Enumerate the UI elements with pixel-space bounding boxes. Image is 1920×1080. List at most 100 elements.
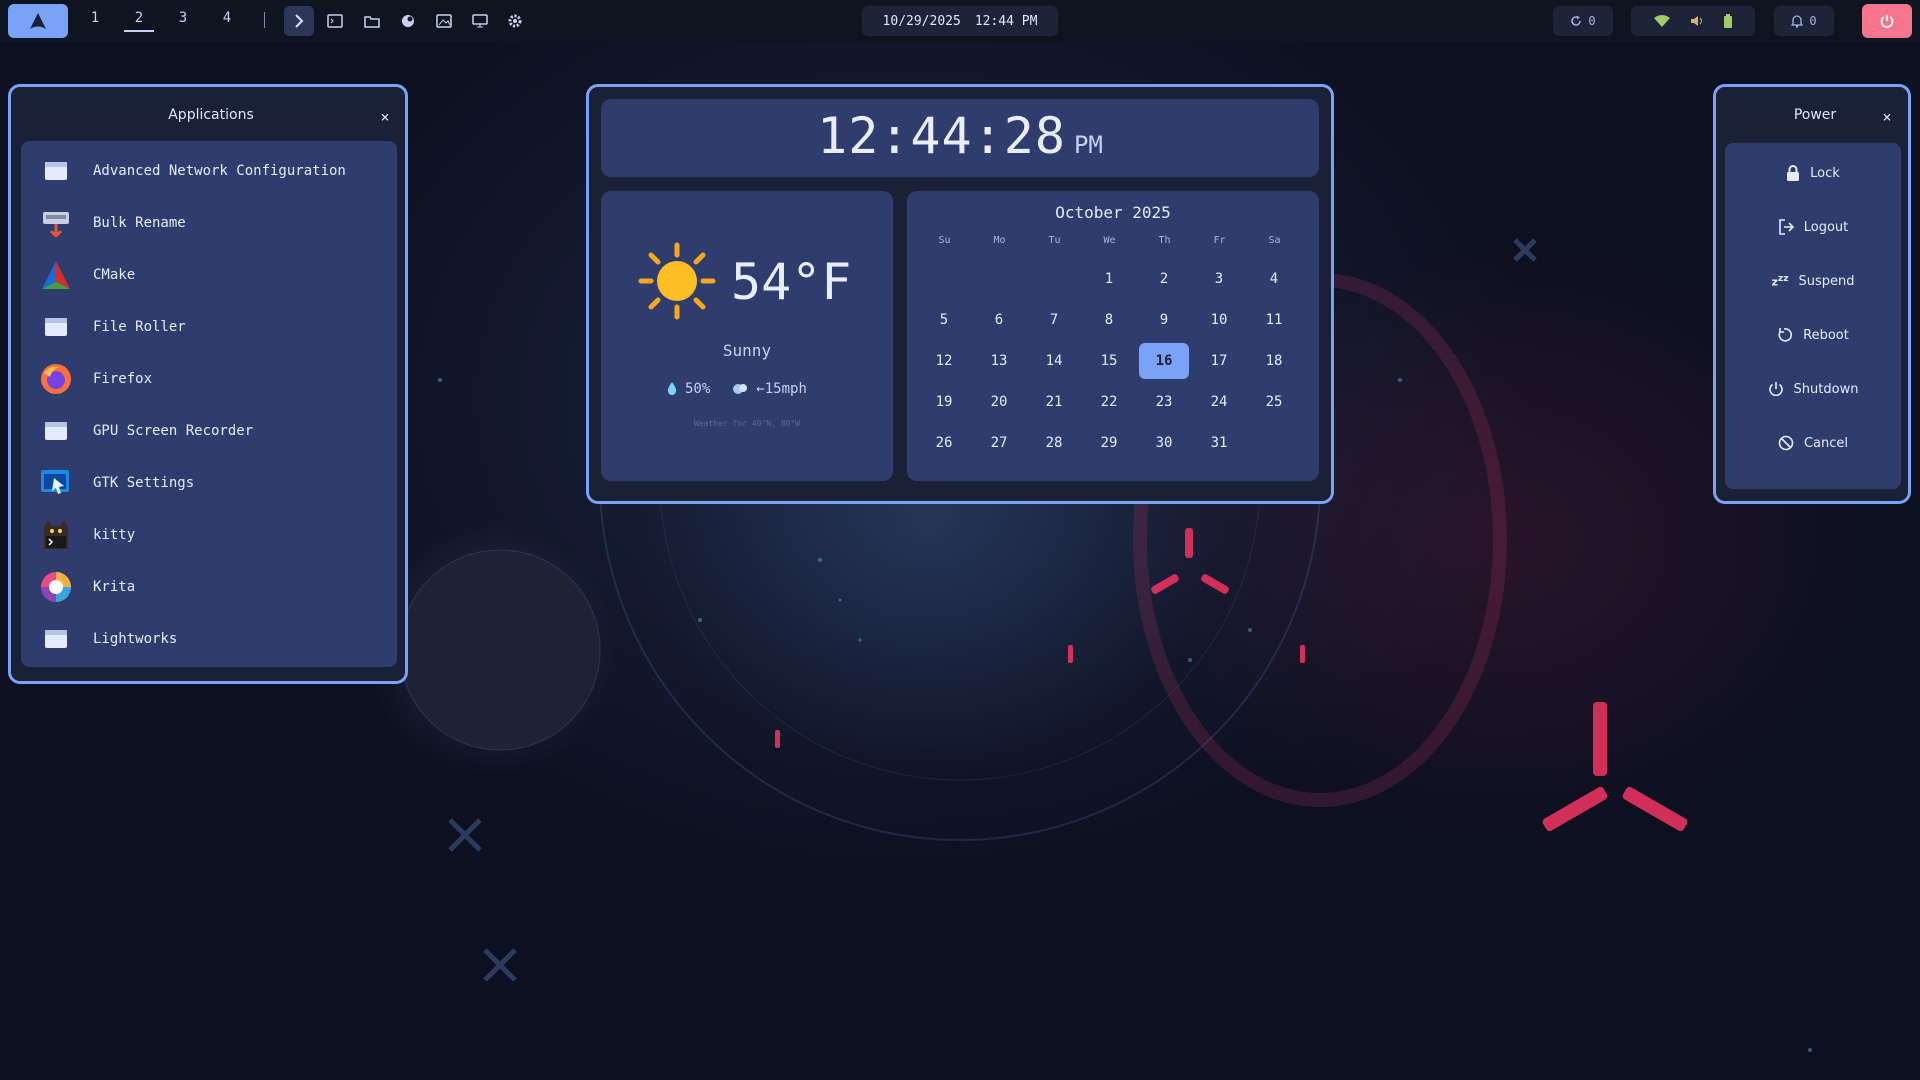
app-item-file-roller[interactable]: File Roller [21, 301, 397, 353]
power-reboot-button[interactable]: Reboot [1725, 308, 1901, 362]
app-label: CMake [93, 267, 136, 283]
app-item-firefox[interactable]: Firefox [21, 353, 397, 405]
power-menu-button[interactable] [1862, 4, 1912, 38]
power-suspend-button[interactable]: zzz Suspend [1725, 254, 1901, 308]
calendar-day[interactable]: 20 [974, 384, 1024, 420]
run-button[interactable] [284, 6, 314, 36]
calendar-day[interactable]: 9 [1139, 302, 1189, 338]
calendar-day[interactable]: 7 [1029, 302, 1079, 338]
app-item-bulk-rename[interactable]: Bulk Rename [21, 197, 397, 249]
screenshot-button[interactable] [429, 6, 459, 36]
files-button[interactable] [357, 6, 387, 36]
gtk-settings-icon [39, 466, 73, 500]
power-lock-button[interactable]: Lock [1725, 146, 1901, 200]
launcher-button[interactable] [8, 4, 68, 38]
calendar-day[interactable]: 15 [1084, 343, 1134, 379]
calendar-day[interactable]: 8 [1084, 302, 1134, 338]
calendar-widget: October 2025 Su Mo Tu We Th Fr Sa 1 2 3 4 5 6 7 8 9 10 1… [907, 191, 1319, 481]
arch-logo-icon [30, 13, 46, 29]
bar-time: 12:44 PM [974, 13, 1038, 29]
calendar-day[interactable]: 23 [1139, 384, 1189, 420]
app-item-cmake[interactable]: CMake [21, 249, 397, 301]
calendar-day[interactable]: 25 [1249, 384, 1299, 420]
bulk-rename-icon [39, 206, 73, 240]
calendar-day[interactable]: 24 [1194, 384, 1244, 420]
wifi-icon[interactable] [1654, 15, 1670, 27]
calendar-day[interactable]: 22 [1084, 384, 1134, 420]
applications-close-button[interactable]: × [375, 107, 395, 127]
power-logout-button[interactable]: Logout [1725, 200, 1901, 254]
updates-count: 0 [1588, 14, 1596, 28]
calendar-day[interactable]: 3 [1194, 261, 1244, 297]
system-tray [1631, 6, 1755, 36]
calendar-day[interactable]: 26 [919, 425, 969, 461]
calendar-day[interactable]: 11 [1249, 302, 1299, 338]
calendar-day[interactable]: 2 [1139, 261, 1189, 297]
app-item-krita[interactable]: Krita [21, 561, 397, 613]
refresh-icon [1571, 15, 1582, 26]
calendar-day[interactable]: 31 [1194, 425, 1244, 461]
window-icon [39, 154, 73, 188]
volume-icon[interactable] [1690, 15, 1704, 27]
app-item-lightworks[interactable]: Lightworks [21, 613, 397, 665]
globe-icon [402, 15, 414, 27]
applications-title: Applications [168, 107, 254, 123]
calendar-day[interactable]: 28 [1029, 425, 1079, 461]
power-close-button[interactable]: × [1877, 107, 1897, 127]
calendar-day[interactable]: 17 [1194, 343, 1244, 379]
calendar-weekday-we: We [1103, 235, 1116, 246]
power-cancel-button[interactable]: Cancel [1725, 416, 1901, 470]
battery-icon[interactable] [1724, 14, 1732, 28]
app-label: Bulk Rename [93, 215, 186, 231]
terminal-button[interactable] [320, 6, 350, 36]
app-item-kitty[interactable]: kitty [21, 509, 397, 561]
app-label: GPU Screen Recorder [93, 423, 254, 439]
calendar-day-today[interactable]: 16 [1139, 343, 1189, 379]
calendar-day[interactable]: 10 [1194, 302, 1244, 338]
weather-details: 50% ←15mph [667, 381, 807, 397]
shutdown-icon [1768, 382, 1783, 397]
top-bar: 1 2 3 4 10/29/2025 12:44 PM 0 0 [0, 0, 1920, 42]
calendar-day[interactable]: 14 [1029, 343, 1079, 379]
app-item-advanced-network-configuration[interactable]: Advanced Network Configuration [21, 145, 397, 197]
calendar-day[interactable]: 4 [1249, 261, 1299, 297]
calendar-day[interactable]: 12 [919, 343, 969, 379]
datetime-display[interactable]: 10/29/2025 12:44 PM [862, 6, 1058, 36]
notifications-indicator[interactable]: 0 [1774, 6, 1834, 36]
calendar-day[interactable]: 19 [919, 384, 969, 420]
display-button[interactable] [465, 6, 495, 36]
workspace-4[interactable]: 4 [212, 10, 242, 26]
calendar-day[interactable]: 5 [919, 302, 969, 338]
power-options-list: Lock Logout zzz Suspend Reboot Shutdown … [1725, 143, 1901, 489]
app-label: Lightworks [93, 631, 178, 647]
calendar-day[interactable]: 29 [1084, 425, 1134, 461]
calendar-day[interactable]: 6 [974, 302, 1024, 338]
calendar-day[interactable]: 1 [1084, 261, 1134, 297]
settings-button[interactable] [500, 6, 530, 36]
power-icon [1880, 15, 1894, 28]
workspace-2[interactable]: 2 [124, 10, 154, 32]
updates-indicator[interactable]: 0 [1553, 6, 1613, 36]
app-item-gpu-screen-recorder[interactable]: GPU Screen Recorder [21, 405, 397, 457]
app-item-gtk-settings[interactable]: GTK Settings [21, 457, 397, 509]
window-icon [39, 622, 73, 656]
krita-icon [39, 570, 73, 604]
calendar-day[interactable]: 30 [1139, 425, 1189, 461]
calendar-day[interactable]: 27 [974, 425, 1024, 461]
weather-condition: Sunny [722, 341, 772, 360]
large-clock: 12:44:28 PM [601, 99, 1319, 177]
weather-widget: 54°F Sunny 50% ←15mph Weather for 40°N, … [601, 191, 893, 481]
browser-button[interactable] [393, 6, 423, 36]
workspace-separator [264, 12, 265, 28]
workspace-1[interactable]: 1 [80, 10, 110, 26]
calendar-day[interactable]: 21 [1029, 384, 1079, 420]
app-label: Advanced Network Configuration [93, 163, 346, 179]
power-logout-label: Logout [1803, 219, 1849, 235]
firefox-icon [39, 362, 73, 396]
calendar-day[interactable]: 18 [1249, 343, 1299, 379]
calendar-day[interactable]: 13 [974, 343, 1024, 379]
workspace-3[interactable]: 3 [168, 10, 198, 26]
app-label: GTK Settings [93, 475, 195, 491]
power-shutdown-button[interactable]: Shutdown [1725, 362, 1901, 416]
applications-panel: Applications × Advanced Network Configur… [8, 84, 408, 684]
